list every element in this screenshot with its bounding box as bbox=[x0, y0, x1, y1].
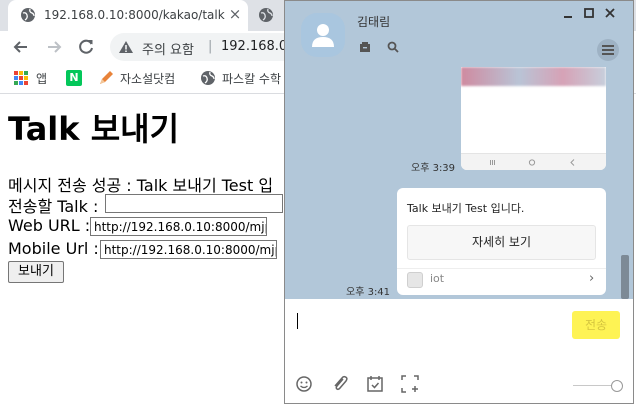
forward-arrow-icon[interactable] bbox=[43, 36, 65, 58]
warning-icon[interactable] bbox=[118, 40, 134, 54]
bookmark-label: 파스칼 수학 bbox=[222, 72, 282, 86]
menu-button[interactable] bbox=[597, 39, 619, 61]
page-title: Talk 보내기 bbox=[8, 110, 180, 148]
person-icon bbox=[312, 24, 334, 47]
globe-icon[interactable] bbox=[258, 7, 274, 23]
card-message-text: Talk 보내기 Test 입니다. bbox=[407, 202, 525, 215]
view-details-button[interactable]: 자세히 보기 bbox=[407, 225, 596, 260]
bookmark-apps[interactable]: 앱 bbox=[14, 69, 54, 87]
bookmark-naver[interactable]: N bbox=[66, 69, 86, 87]
chat-name: 김태림 bbox=[357, 15, 391, 29]
image-thumbnail bbox=[461, 67, 606, 86]
attachment-icon[interactable] bbox=[331, 375, 349, 393]
card-divider bbox=[397, 268, 606, 269]
message-composer[interactable]: 전송 bbox=[285, 299, 633, 403]
send-message-button[interactable]: 전송 bbox=[572, 311, 620, 339]
message-list[interactable]: 오후 3:39 Talk 보내기 Test 입니다. 자세히 보기 iot › … bbox=[285, 67, 633, 299]
pencil-icon bbox=[100, 71, 113, 84]
talk-input[interactable] bbox=[105, 194, 283, 213]
bookmark-jasoseol[interactable]: 자소설닷컴 bbox=[98, 69, 188, 87]
image-message[interactable] bbox=[461, 67, 606, 170]
chat-header: 김태림 bbox=[285, 1, 633, 67]
message-time: 오후 3:41 bbox=[346, 287, 391, 298]
bookmark-label: 자소설닷컴 bbox=[120, 72, 176, 86]
security-warning-text[interactable]: 주의 요함 bbox=[142, 39, 194, 58]
mobile-url-label: Mobile Url : bbox=[8, 239, 99, 258]
maximize-icon[interactable] bbox=[582, 6, 596, 20]
minimize-icon[interactable] bbox=[561, 6, 575, 20]
card-footer-app[interactable]: iot bbox=[430, 272, 444, 285]
scrollbar-thumb[interactable] bbox=[621, 255, 629, 299]
chevron-right-icon[interactable]: › bbox=[589, 271, 594, 286]
tab-title: 192.168.0.10:8000/kakao/talk bbox=[44, 8, 225, 22]
url-text[interactable]: 192.168.0. bbox=[221, 39, 291, 54]
omnibox-separator: | bbox=[208, 39, 213, 54]
web-url-input[interactable]: http://192.168.0.10:8000/mjp bbox=[90, 217, 267, 236]
slider-knob[interactable] bbox=[611, 380, 623, 392]
kakaotalk-chat-window: 김태림 오후 3:39 Talk 보내기 Test 입니다. 자세히 보기 io… bbox=[284, 0, 634, 404]
close-icon[interactable] bbox=[603, 6, 617, 20]
send-button[interactable]: 보내기 bbox=[8, 261, 64, 283]
tab-close-icon[interactable]: × bbox=[226, 5, 244, 23]
naver-icon: N bbox=[66, 70, 82, 86]
browser-tab-active[interactable]: 192.168.0.10:8000/kakao/talk × bbox=[8, 0, 248, 31]
drawer-icon[interactable] bbox=[359, 41, 371, 53]
avatar[interactable] bbox=[301, 13, 345, 57]
emoticon-icon[interactable] bbox=[295, 375, 313, 393]
back-arrow-icon[interactable] bbox=[10, 36, 32, 58]
image-nav-bar bbox=[461, 153, 606, 170]
globe-icon bbox=[21, 8, 35, 22]
capture-icon[interactable] bbox=[401, 375, 419, 393]
message-card[interactable]: Talk 보내기 Test 입니다. 자세히 보기 iot › bbox=[397, 188, 606, 295]
web-url-label: Web URL : bbox=[8, 216, 91, 235]
calendar-icon[interactable] bbox=[366, 375, 384, 393]
bookmark-label: 앱 bbox=[36, 72, 48, 86]
mobile-url-input[interactable]: http://192.168.0.10:8000/mjp bbox=[100, 240, 277, 259]
globe-icon bbox=[201, 71, 215, 85]
message-time: 오후 3:39 bbox=[411, 163, 456, 174]
search-icon[interactable] bbox=[387, 41, 399, 53]
talk-label: 전송할 Talk : bbox=[8, 197, 99, 216]
hamburger-icon bbox=[602, 45, 614, 55]
apps-grid-icon bbox=[14, 71, 28, 85]
navigation-buttons-icon bbox=[490, 159, 575, 166]
text-caret bbox=[297, 313, 298, 329]
reload-icon[interactable] bbox=[75, 36, 97, 58]
app-icon bbox=[407, 272, 423, 288]
bookmark-pascal[interactable]: 파스칼 수학 bbox=[200, 69, 290, 87]
